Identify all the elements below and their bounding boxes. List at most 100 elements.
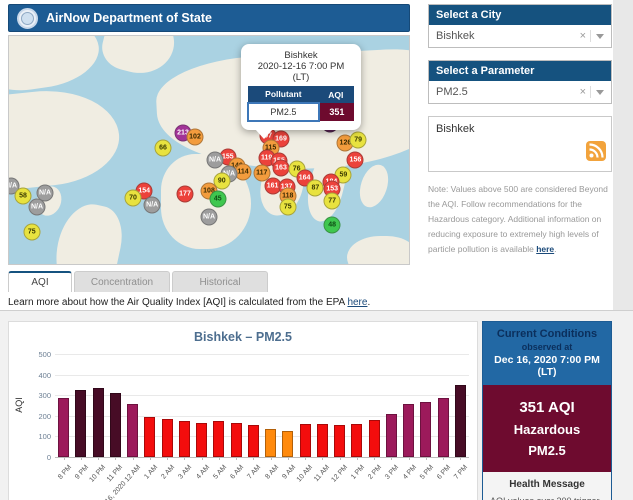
rss-icon[interactable] <box>586 141 606 166</box>
current-conditions-panel: Current Conditions observed at Dec 16, 2… <box>482 321 612 500</box>
aqi-marker[interactable]: 156 <box>347 151 364 168</box>
y-axis-tick: 200 <box>25 412 51 421</box>
x-axis-label: 8 AM <box>264 464 280 481</box>
tab-concentration[interactable]: Concentration <box>74 271 170 292</box>
y-axis-tick: 0 <box>25 453 51 462</box>
chart-bar <box>386 414 397 457</box>
aqi-marker[interactable]: N/A <box>29 199 46 216</box>
aqi-marker[interactable]: 79 <box>350 132 367 149</box>
x-axis-tick <box>184 457 185 460</box>
x-axis-label: 6 AM <box>229 464 245 481</box>
x-axis-tick <box>305 457 306 460</box>
chart-bar <box>334 425 345 457</box>
chart-bar <box>179 421 190 457</box>
chart-title: Bishkek – PM2.5 <box>9 330 477 344</box>
tab-bar: AQIConcentrationHistorical <box>8 271 268 292</box>
x-axis-tick <box>150 457 151 460</box>
x-axis-label: 2 PM <box>367 464 383 481</box>
conditions-aqi-block: 351 AQI Hazardous PM2.5 <box>483 385 611 472</box>
aqi-marker[interactable]: 163 <box>273 160 290 177</box>
x-axis-tick <box>202 457 203 460</box>
aqi-marker[interactable]: N/A <box>201 209 218 226</box>
popup-city: Bishkek <box>247 50 355 61</box>
conditions-datetime: Dec 16, 2020 7:00 PM (LT) <box>487 354 607 378</box>
x-axis-label: 1 PM <box>350 464 366 481</box>
clear-icon[interactable]: × <box>580 86 591 98</box>
x-axis-label: 4 AM <box>195 464 211 481</box>
chart-bar <box>75 390 86 457</box>
x-axis-tick <box>409 457 410 460</box>
tab-aqi[interactable]: AQI <box>8 271 72 292</box>
x-axis-tick <box>340 457 341 460</box>
parameter-select-card: Select a Parameter PM2.5 × <box>428 60 612 104</box>
x-axis-label: 5 PM <box>419 464 435 481</box>
x-axis-label: 1 AM <box>143 464 159 481</box>
learn-here-link[interactable]: here <box>347 297 367 308</box>
chart-bar <box>438 398 449 457</box>
x-axis-label: 10 PM <box>89 464 108 484</box>
city-select[interactable]: Bishkek × <box>429 25 611 47</box>
aqi-marker[interactable]: 45 <box>209 191 226 208</box>
x-axis-label: 3 PM <box>384 464 400 481</box>
aqi-marker[interactable]: 102 <box>187 129 204 146</box>
x-axis-label: 5 AM <box>212 464 228 481</box>
x-axis-label: 6 PM <box>436 464 452 481</box>
chart-bar <box>93 388 104 457</box>
airnow-page: AirNow Department of State N/A58N/AN/A75… <box>0 0 633 500</box>
aqi-marker[interactable]: 48 <box>324 217 341 234</box>
tab-historical[interactable]: Historical <box>172 271 268 292</box>
aqi-marker[interactable]: 75 <box>23 224 40 241</box>
aqi-marker[interactable]: 77 <box>324 192 341 209</box>
city-select-label: Select a City <box>429 5 611 25</box>
x-axis-tick <box>236 457 237 460</box>
parameter-select-value: PM2.5 <box>436 86 575 98</box>
chart-bar <box>420 402 431 457</box>
chevron-down-icon[interactable] <box>596 90 604 95</box>
state-department-seal-icon <box>17 8 38 29</box>
x-axis-tick <box>443 457 444 460</box>
note-here-link[interactable]: here <box>536 244 554 254</box>
chart-bar <box>351 424 362 457</box>
gridline <box>55 375 469 376</box>
x-axis-tick <box>115 457 116 460</box>
x-axis-tick <box>81 457 82 460</box>
sidebar: Select a City Bishkek × Select a Paramet… <box>428 4 612 256</box>
aqi-bar-chart: Bishkek – PM2.5 AQI 01002003004005008 PM… <box>8 321 478 500</box>
health-message-title: Health Message <box>490 479 604 490</box>
aqi-marker[interactable]: N/A <box>144 196 161 213</box>
x-axis-tick <box>288 457 289 460</box>
chart-bar <box>248 425 259 457</box>
health-message-block: Health Message AQI values over 300 trigg… <box>483 472 611 500</box>
y-axis-tick: 400 <box>25 371 51 380</box>
y-axis-tick: 500 <box>25 350 51 359</box>
x-axis-label: 2 AM <box>160 464 176 481</box>
map-popup: Bishkek 2020-12-16 7:00 PM (LT) Pollutan… <box>241 44 361 130</box>
chart-bar <box>455 385 466 457</box>
aqi-marker[interactable]: 75 <box>279 198 296 215</box>
x-axis-tick <box>357 457 358 460</box>
aqi-marker[interactable]: 70 <box>125 189 142 206</box>
conditions-parameter: PM2.5 <box>489 443 605 458</box>
landmass <box>48 199 128 265</box>
conditions-header: Current Conditions observed at Dec 16, 2… <box>483 322 611 385</box>
world-map[interactable]: N/A58N/AN/A756621310215470N/A177155N/A14… <box>8 35 410 265</box>
landmass <box>8 83 124 193</box>
aqi-marker[interactable]: 177 <box>177 186 194 203</box>
x-axis-tick <box>219 457 220 460</box>
chart-bar <box>162 419 173 457</box>
chevron-down-icon[interactable] <box>596 34 604 39</box>
chart-y-axis-label: AQI <box>14 397 24 413</box>
x-axis-tick <box>391 457 392 460</box>
parameter-select[interactable]: PM2.5 × <box>429 81 611 103</box>
x-axis-tick <box>460 457 461 460</box>
x-axis-line <box>55 457 469 458</box>
learn-more-line: Learn more about how the Air Quality Ind… <box>8 297 370 308</box>
aqi-marker[interactable]: 66 <box>155 139 172 156</box>
clear-icon[interactable]: × <box>580 30 591 42</box>
conditions-title: Current Conditions <box>487 328 607 340</box>
aqi-marker[interactable]: N/A <box>207 152 224 169</box>
x-axis-tick <box>271 457 272 460</box>
aqi-marker[interactable]: 87 <box>307 179 324 196</box>
y-axis-tick: 100 <box>25 432 51 441</box>
page-gutter <box>613 0 633 310</box>
